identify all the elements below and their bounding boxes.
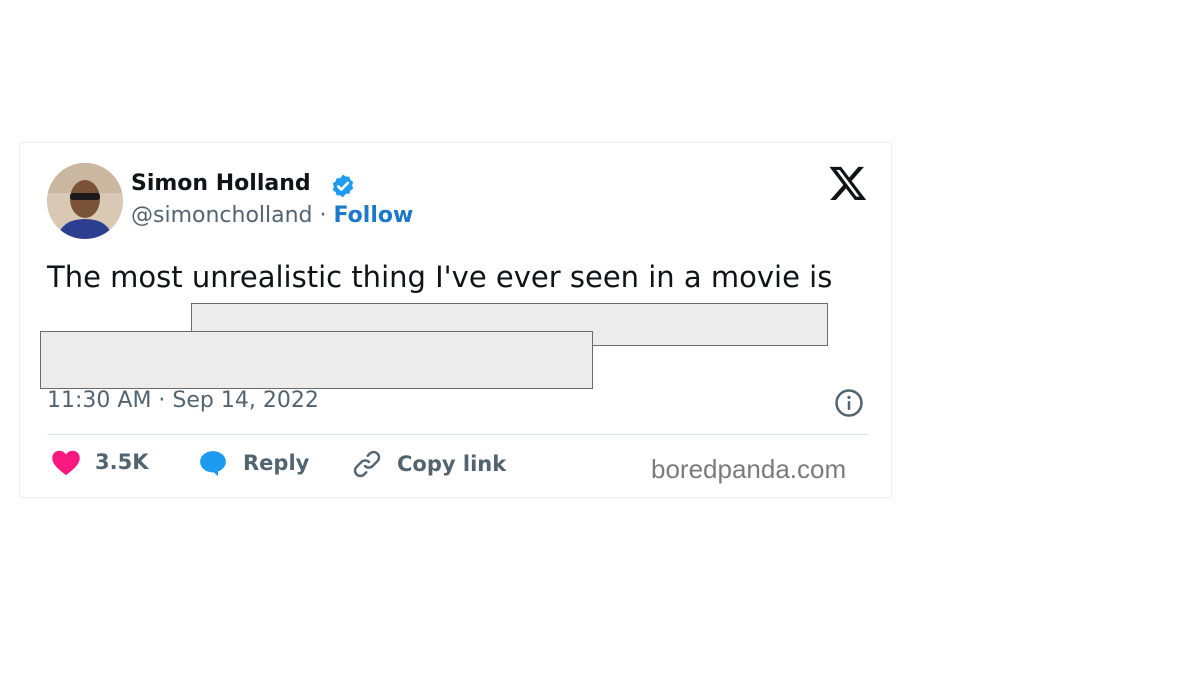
reply-button[interactable]: Reply — [197, 448, 309, 478]
tweet-text: The most unrealistic thing I've ever see… — [47, 260, 833, 294]
link-icon — [353, 450, 381, 478]
tweet-card: Simon Holland @simoncholland · Follow Th… — [19, 142, 892, 498]
follow-button[interactable]: Follow — [334, 203, 414, 228]
divider — [47, 434, 869, 435]
heart-icon — [52, 450, 80, 476]
copy-link-button[interactable]: Copy link — [351, 448, 506, 480]
x-logo-icon[interactable] — [828, 163, 868, 203]
reply-label: Reply — [243, 451, 310, 475]
author-handle[interactable]: @simoncholland — [131, 203, 313, 228]
like-count: 3.5K — [95, 450, 149, 474]
author-name[interactable]: Simon Holland — [131, 171, 311, 196]
handle-row: @simoncholland · Follow — [131, 203, 413, 228]
watermark: boredpanda.com — [651, 454, 847, 484]
avatar[interactable] — [47, 163, 123, 239]
copy-link-label: Copy link — [397, 452, 507, 476]
verified-badge-icon — [332, 174, 354, 198]
avatar-photo — [47, 163, 123, 239]
speech-bubble-icon — [200, 451, 226, 477]
redaction-box — [40, 331, 593, 389]
like-button[interactable]: 3.5K — [51, 448, 148, 476]
separator-dot: · — [319, 203, 327, 228]
tweet-timestamp[interactable]: 11:30 AM · Sep 14, 2022 — [47, 388, 319, 413]
info-icon[interactable] — [834, 388, 864, 418]
